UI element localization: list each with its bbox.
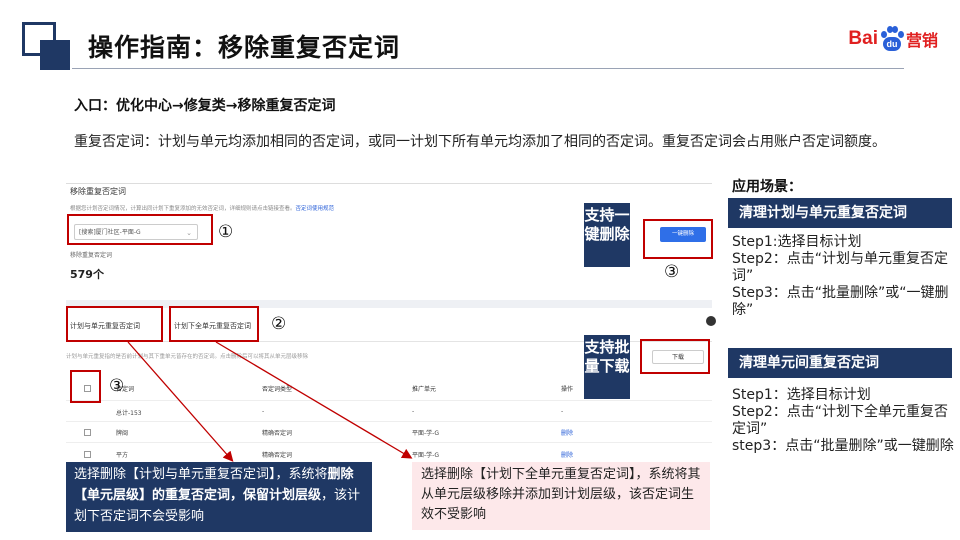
scene1-step: Step2：点击“计划与单元重复否定词” [732,251,949,284]
note-all-units: 选择删除【计划下全单元重复否定词】，系统将其从单元层级移除并添加到计划层级，该否… [412,462,710,530]
scene1-steps: Step1:选择目标计划 Step2：点击“计划与单元重复否定词” Step3：… [732,234,956,319]
arrow-to-note1 [127,341,234,462]
scene1-step: Step1:选择目标计划 [732,234,862,250]
scene2-step: Step1：选择目标计划 [732,387,871,403]
scene2-step: step3：点击“批量删除”或一键删除 [732,438,954,454]
scene1-label: 清理计划与单元重复否定词 [728,198,952,228]
scene2-label: 清理单元间重复否定词 [728,348,952,378]
scene1-step: Step3：点击“批量删除”或“一键删除” [732,285,949,318]
note1-text-a: 选择删除【计划与单元重复否定词】，系统将 [74,467,328,482]
scene2-step: Step2：点击“计划下全单元重复否定词” [732,404,949,437]
arrow-to-note2 [215,341,413,459]
scenarios-title: 应用场景： [732,179,802,195]
note-plan-unit: 选择删除【计划与单元重复否定词】，系统将删除【单元层级】的重复否定词，保留计划层… [66,462,372,532]
scene2-steps: Step1：选择目标计划 Step2：点击“计划下全单元重复否定词” step3… [732,387,956,455]
